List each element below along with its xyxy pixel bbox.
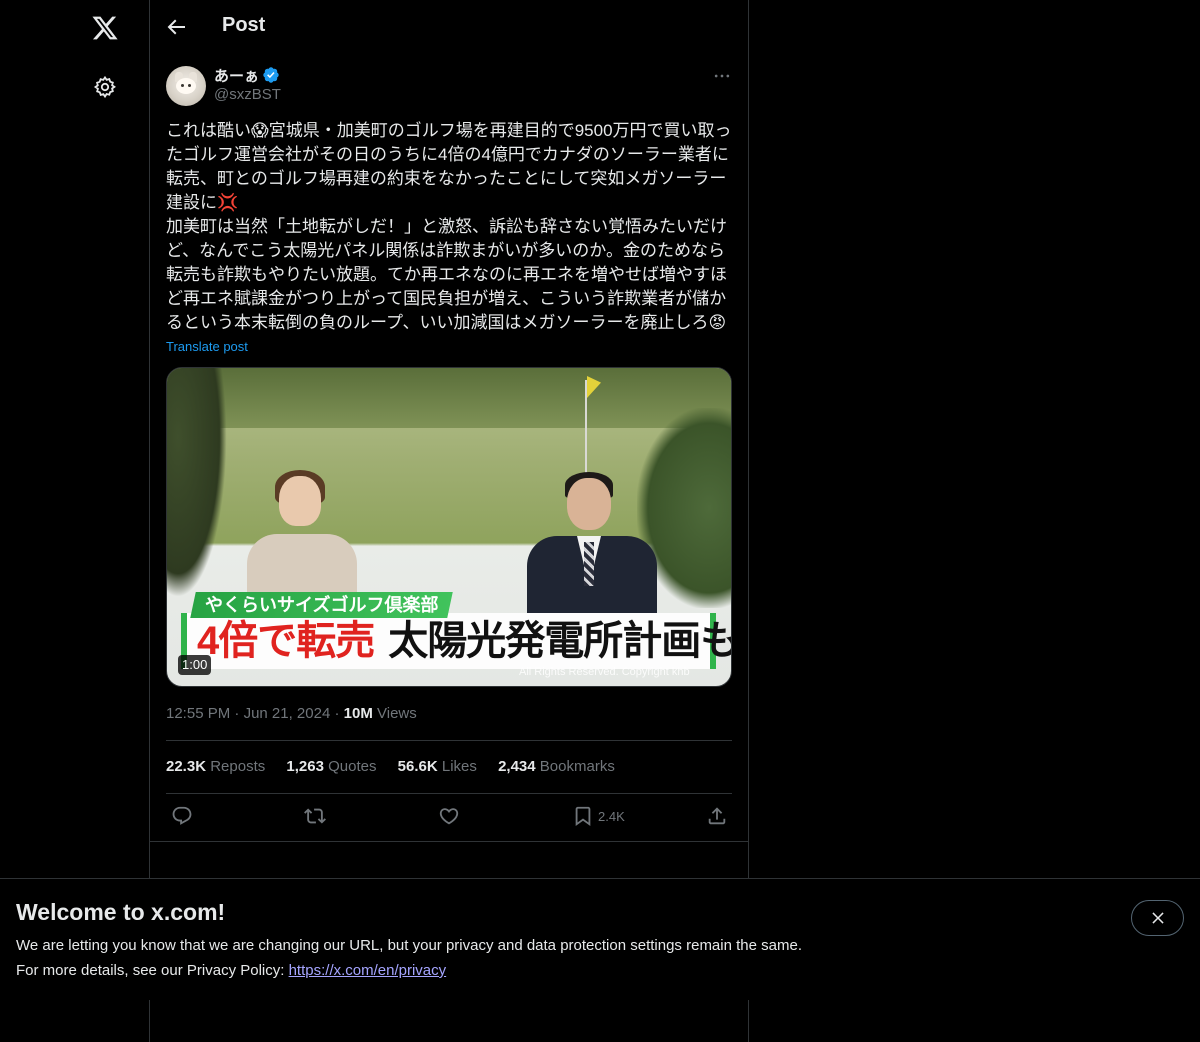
more-icon[interactable]: [712, 66, 732, 86]
caption-text: 4倍で転売 太陽光発電所計画も: [197, 616, 731, 666]
tweet-text: これは酷い😱宮城県・加美町のゴルフ場を再建目的で9500万円で買い取ったゴルフ運…: [166, 121, 732, 332]
banner-title: Welcome to x.com!: [16, 899, 226, 925]
url-change-banner: Welcome to x.com! We are letting you kno…: [0, 878, 1200, 1000]
caption-red: 4倍で転売: [197, 619, 375, 663]
top-bar: Post: [150, 0, 748, 54]
share-icon: [708, 807, 726, 825]
gear-icon[interactable]: [93, 75, 117, 99]
post-meta: 12:55 PM · Jun 21, 2024 · 10M Views: [166, 705, 417, 722]
divider: [166, 793, 732, 794]
bookmarks-stat[interactable]: 2,434 Bookmarks: [498, 758, 615, 775]
video-thumbnail[interactable]: やくらいサイズゴルフ倶楽部 4倍で転売 太陽光発電所計画も All Rights …: [166, 367, 732, 687]
close-banner-button[interactable]: [1131, 900, 1184, 936]
reposts-stat[interactable]: 22.3K Reposts: [166, 758, 265, 775]
quotes-stat[interactable]: 1,263 Quotes: [286, 758, 376, 775]
author-display-name[interactable]: あーぁ: [214, 65, 259, 86]
action-bar: 2.4K: [166, 805, 732, 829]
back-arrow-icon[interactable]: [164, 15, 188, 39]
author-row: あーぁ @sxzBST: [166, 64, 732, 108]
privacy-policy-link[interactable]: https://x.com/en/privacy: [289, 962, 447, 979]
engagement-stats: 22.3K Reposts 1,263 Quotes 56.6K Likes 2…: [166, 758, 632, 778]
post-time[interactable]: 12:55 PM: [166, 705, 230, 722]
video-duration: 1:00: [178, 655, 212, 675]
post-date[interactable]: Jun 21, 2024: [244, 705, 331, 722]
repost-icon: [304, 808, 326, 824]
divider: [150, 841, 748, 842]
banner-message: We are letting you know that we are chan…: [16, 937, 802, 954]
close-icon: [1152, 912, 1164, 924]
reply-button[interactable]: [171, 805, 193, 829]
caption-tag: やくらいサイズゴルフ倶楽部: [190, 592, 454, 618]
repost-button[interactable]: [304, 805, 326, 829]
bookmark-button[interactable]: 2.4K: [572, 805, 625, 829]
likes-stat[interactable]: 56.6K Likes: [398, 758, 477, 775]
bookmark-count: 2.4K: [598, 809, 625, 824]
x-logo-icon[interactable]: [91, 14, 119, 42]
like-button[interactable]: [438, 805, 460, 829]
news-anchor-male: [527, 472, 657, 626]
avatar[interactable]: [166, 66, 206, 106]
banner-privacy-line: For more details, see our Privacy Policy…: [16, 962, 447, 979]
reply-icon: [172, 806, 192, 825]
views-label: Views: [377, 705, 417, 722]
page-title: Post: [222, 14, 266, 36]
copyright-text: All Rights Reserved. Copyright khb: [519, 666, 690, 678]
views-count: 10M: [343, 705, 373, 722]
author-handle[interactable]: @sxzBST: [214, 86, 281, 103]
verified-badge-icon: [263, 67, 279, 83]
divider: [166, 740, 732, 741]
share-button[interactable]: [706, 805, 728, 829]
like-icon: [439, 808, 459, 825]
translate-post-link[interactable]: Translate post: [166, 339, 248, 354]
bookmark-icon: [575, 806, 591, 827]
caption-dark: 太陽光発電所計画も: [388, 619, 732, 663]
